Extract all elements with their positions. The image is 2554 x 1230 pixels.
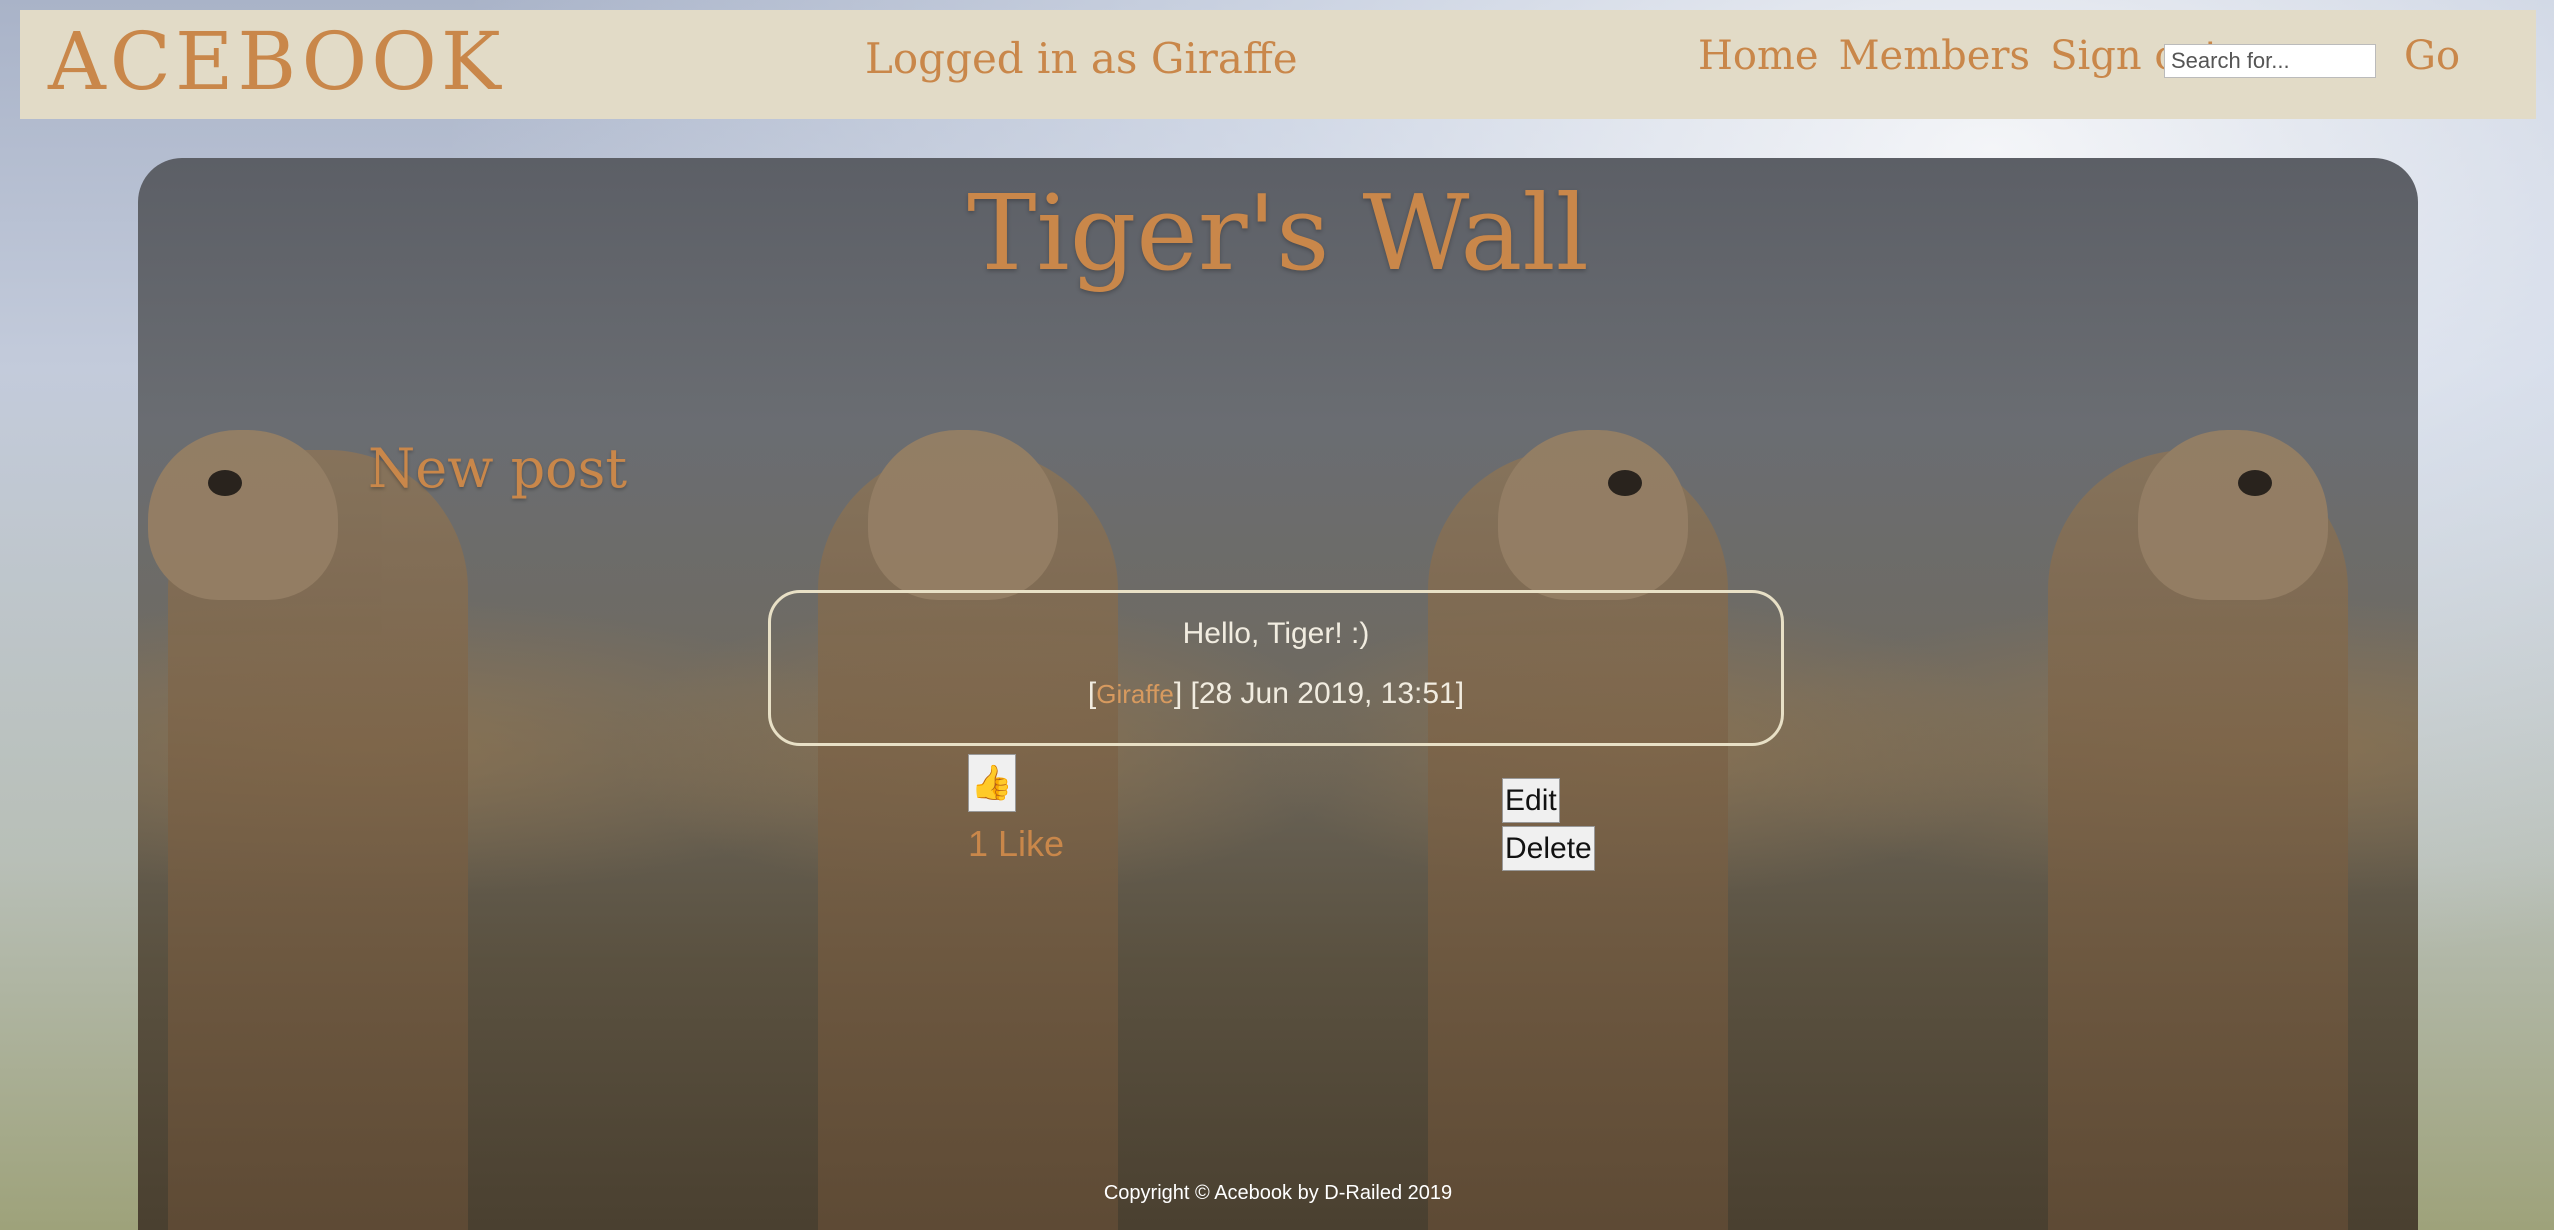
like-count: 1 Like <box>968 823 1065 864</box>
meerkat-head <box>2138 430 2328 600</box>
meerkat-head <box>1498 430 1688 600</box>
nav-members-link[interactable]: Members <box>1839 36 2030 76</box>
nav-links: Home Members Sign out <box>1698 36 2220 76</box>
thumbs-up-icon: 👍 <box>970 763 1014 803</box>
author-bracket-close: ] <box>1173 677 1183 710</box>
brand-logo[interactable]: ACEBOOK <box>48 22 505 102</box>
meerkat-head <box>148 430 338 600</box>
meerkat-eye <box>2238 470 2272 496</box>
post-meta: [Giraffe] [28 Jun 2019, 13:51] <box>771 679 1781 709</box>
like-button[interactable]: 👍 <box>968 754 1016 812</box>
search-go-button[interactable]: Go <box>2404 36 2460 76</box>
meerkat-head <box>868 430 1058 600</box>
new-post-link[interactable]: New post <box>368 442 627 496</box>
post-card: Hello, Tiger! :) [Giraffe] [28 Jun 2019,… <box>768 590 1784 746</box>
post-message: Hello, Tiger! :) <box>1182 617 1370 650</box>
post-timestamp: [28 Jun 2019, 13:51] <box>1190 677 1465 710</box>
top-navbar: ACEBOOK Logged in as Giraffe Home Member… <box>20 10 2536 119</box>
author-bracket-open: [ <box>1087 677 1097 710</box>
logged-in-status: Logged in as Giraffe <box>865 34 1298 83</box>
search-input[interactable] <box>2164 44 2376 78</box>
nav-home-link[interactable]: Home <box>1698 36 1819 76</box>
post-author-link[interactable]: Giraffe <box>1096 679 1174 709</box>
wall-title: Tiger's Wall <box>967 172 1589 294</box>
edit-post-button[interactable]: Edit <box>1502 778 1560 823</box>
background-meerkat-1 <box>148 430 468 1230</box>
wall-panel: Tiger's Wall New post Hello, Tiger! :) [… <box>138 158 2418 1230</box>
background-meerkat-4 <box>2048 430 2348 1230</box>
meerkat-eye <box>208 470 242 496</box>
delete-post-button[interactable]: Delete <box>1502 826 1595 871</box>
meerkat-eye <box>1608 470 1642 496</box>
footer-copyright: Copyright © Acebook by D-Railed 2019 <box>1103 1182 1453 1204</box>
